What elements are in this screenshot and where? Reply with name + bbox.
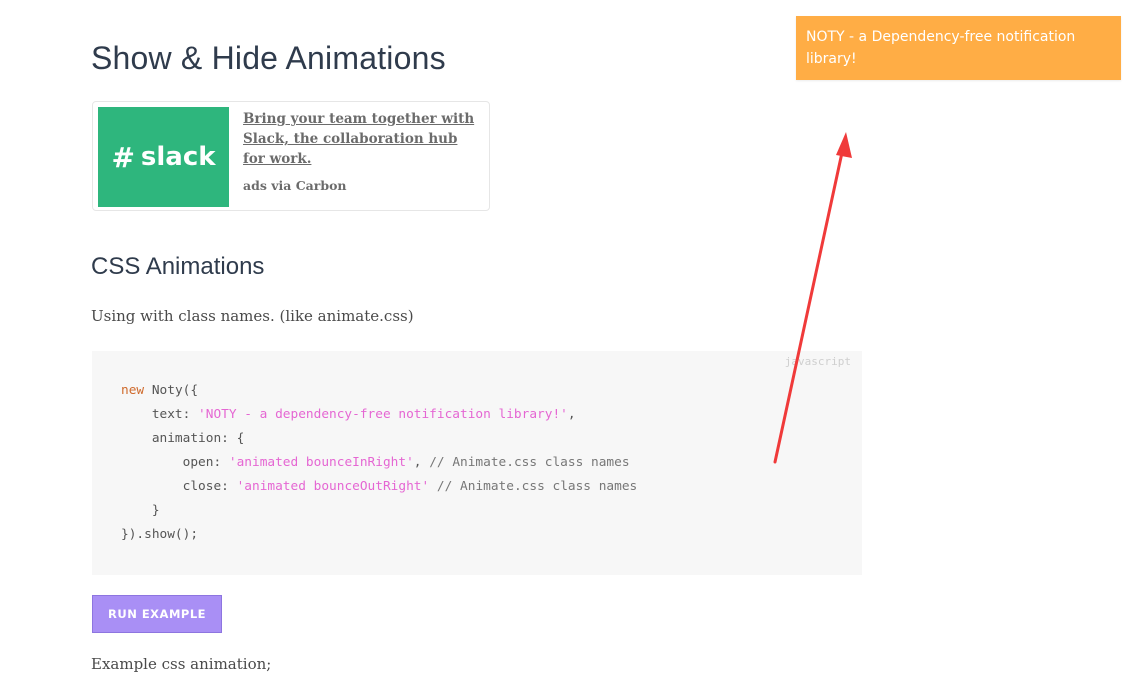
code-line-2-end: ,	[567, 407, 576, 422]
page-title: Show & Hide Animations	[91, 40, 446, 76]
code-line-2-key: text:	[121, 407, 199, 422]
code-line-4-key: open:	[121, 455, 229, 470]
code-line-4-comment: // Animate.css class names	[429, 455, 630, 470]
code-language-label: javascript	[784, 355, 851, 368]
code-line-7: }).show();	[121, 527, 199, 542]
code-line-5-string: 'animated bounceOutRight'	[236, 479, 430, 494]
slack-logo[interactable]: # slack	[98, 107, 229, 207]
code-line-2-string: 'NOTY - a dependency-free notification l…	[198, 407, 568, 422]
code-line-5-sep	[429, 479, 437, 494]
code-line-4-string: 'animated bounceInRight'	[228, 455, 414, 470]
section-title: CSS Animations	[91, 253, 265, 280]
example-css-animation-text: Example css animation;	[91, 655, 272, 673]
slack-logo-text: slack	[140, 142, 216, 172]
code-block: javascript new Noty({ text: 'NOTY - a de…	[92, 351, 862, 575]
carbon-ad: # slack Bring your team together with Sl…	[92, 101, 490, 211]
slack-hash-icon: #	[111, 140, 135, 174]
noty-notification[interactable]: NOTY - a Dependency-free notification li…	[796, 16, 1121, 80]
code-line-5-comment: // Animate.css class names	[436, 479, 638, 494]
code-line-6: }	[121, 503, 160, 518]
run-example-button[interactable]: RUN EXAMPLE	[92, 595, 222, 633]
code-line-5-key: close:	[121, 479, 237, 494]
ad-via-carbon[interactable]: ads via Carbon	[243, 178, 347, 193]
code-keyword-new: new	[121, 383, 145, 398]
ad-link[interactable]: Bring your team together with Slack, the…	[243, 109, 478, 169]
section-intro: Using with class names. (like animate.cs…	[91, 307, 414, 325]
code-line-4-sep: ,	[413, 455, 430, 470]
code-line-1: Noty({	[144, 383, 199, 398]
code-snippet: new Noty({ text: 'NOTY - a dependency-fr…	[121, 379, 637, 547]
code-line-3: animation: {	[121, 431, 245, 446]
